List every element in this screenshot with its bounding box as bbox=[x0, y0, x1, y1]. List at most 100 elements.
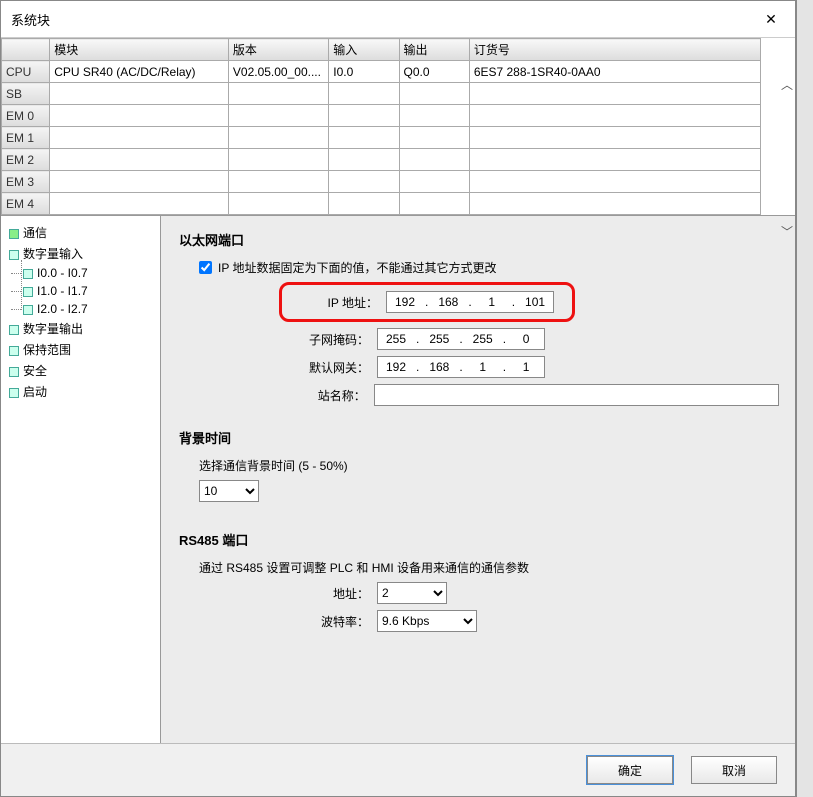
cell[interactable] bbox=[399, 105, 469, 127]
row-header[interactable]: EM 3 bbox=[2, 171, 50, 193]
cell[interactable] bbox=[329, 105, 399, 127]
cell[interactable] bbox=[329, 127, 399, 149]
mask-octet-2[interactable] bbox=[421, 329, 457, 349]
cell[interactable] bbox=[399, 83, 469, 105]
bgtime-select[interactable]: 10 bbox=[199, 480, 259, 502]
mask-octet-3[interactable] bbox=[465, 329, 501, 349]
module-grid-area: 模块版本输入输出订货号 CPUCPU SR40 (AC/DC/Relay)V02… bbox=[1, 38, 795, 215]
cell[interactable] bbox=[50, 127, 229, 149]
tree-label: 安全 bbox=[23, 364, 47, 378]
col-header[interactable]: 版本 bbox=[228, 39, 328, 61]
cell[interactable]: I0.0 bbox=[329, 61, 399, 83]
table-row[interactable]: EM 2 bbox=[2, 149, 761, 171]
grid-scroll-arrows[interactable]: ︿﹀ bbox=[781, 76, 793, 240]
table-row[interactable]: CPUCPU SR40 (AC/DC/Relay)V02.05.00_00...… bbox=[2, 61, 761, 83]
table-row[interactable]: EM 3 bbox=[2, 171, 761, 193]
scroll-up-icon[interactable]: ︿ bbox=[781, 76, 793, 93]
table-row[interactable]: EM 1 bbox=[2, 127, 761, 149]
mask-octet-4[interactable] bbox=[508, 329, 544, 349]
cell[interactable] bbox=[469, 105, 760, 127]
rs485-baud-select[interactable]: 9.6 Kbps bbox=[377, 610, 477, 632]
ip-input[interactable]: . . . bbox=[386, 291, 554, 313]
col-header[interactable]: 模块 bbox=[50, 39, 229, 61]
cell[interactable] bbox=[399, 193, 469, 215]
cell[interactable] bbox=[228, 149, 328, 171]
cell[interactable] bbox=[469, 83, 760, 105]
cell[interactable] bbox=[469, 193, 760, 215]
ip-octet-4[interactable] bbox=[517, 292, 553, 312]
rs485-addr-select[interactable]: 2 bbox=[377, 582, 447, 604]
cell[interactable] bbox=[228, 193, 328, 215]
cell[interactable] bbox=[399, 149, 469, 171]
table-row[interactable]: EM 4 bbox=[2, 193, 761, 215]
tree-item[interactable]: I0.0 - I0.7 bbox=[19, 264, 156, 282]
cell[interactable] bbox=[50, 171, 229, 193]
gw-octet-1[interactable] bbox=[378, 357, 414, 377]
row-header[interactable]: EM 1 bbox=[2, 127, 50, 149]
cell[interactable] bbox=[329, 193, 399, 215]
ip-label: IP 地址： bbox=[288, 294, 378, 311]
row-header[interactable]: CPU bbox=[2, 61, 50, 83]
tree-item[interactable]: 通信 bbox=[5, 222, 156, 243]
ok-button[interactable]: 确定 bbox=[587, 756, 673, 784]
section-rs485-title: RS485 端口 bbox=[179, 530, 779, 549]
gw-octet-2[interactable] bbox=[421, 357, 457, 377]
row-header[interactable]: SB bbox=[2, 83, 50, 105]
tree-item[interactable]: 安全 bbox=[5, 360, 156, 381]
module-table[interactable]: 模块版本输入输出订货号 CPUCPU SR40 (AC/DC/Relay)V02… bbox=[1, 38, 761, 215]
cell[interactable]: CPU SR40 (AC/DC/Relay) bbox=[50, 61, 229, 83]
cell[interactable] bbox=[469, 171, 760, 193]
ip-octet-2[interactable] bbox=[430, 292, 466, 312]
rs485-baud-label: 波特率： bbox=[279, 613, 369, 630]
mask-input[interactable]: . . . bbox=[377, 328, 545, 350]
tree-item[interactable]: I2.0 - I2.7 bbox=[19, 300, 156, 318]
close-icon[interactable]: ✕ bbox=[757, 9, 785, 29]
cell[interactable]: 6ES7 288-1SR40-0AA0 bbox=[469, 61, 760, 83]
fixed-ip-checkbox[interactable] bbox=[199, 261, 212, 274]
tree-item[interactable]: 启动 bbox=[5, 381, 156, 402]
cell[interactable] bbox=[469, 127, 760, 149]
cell[interactable] bbox=[228, 171, 328, 193]
cell[interactable] bbox=[228, 105, 328, 127]
gw-octet-4[interactable] bbox=[508, 357, 544, 377]
cell[interactable] bbox=[329, 83, 399, 105]
col-header[interactable] bbox=[2, 39, 50, 61]
ip-octet-1[interactable] bbox=[387, 292, 423, 312]
cancel-button[interactable]: 取消 bbox=[691, 756, 777, 784]
cell[interactable] bbox=[50, 105, 229, 127]
nav-tree[interactable]: 通信数字量输入 I0.0 - I0.7I1.0 - I1.7I2.0 - I2.7… bbox=[1, 216, 161, 743]
cell[interactable] bbox=[50, 193, 229, 215]
gw-input[interactable]: . . . bbox=[377, 356, 545, 378]
scroll-down-icon[interactable]: ﹀ bbox=[781, 223, 793, 240]
row-header[interactable]: EM 4 bbox=[2, 193, 50, 215]
cell[interactable]: V02.05.00_00.... bbox=[228, 61, 328, 83]
cell[interactable] bbox=[329, 149, 399, 171]
cell[interactable]: Q0.0 bbox=[399, 61, 469, 83]
rs485-desc: 通过 RS485 设置可调整 PLC 和 HMI 设备用来通信的通信参数 bbox=[199, 559, 529, 576]
table-row[interactable]: SB bbox=[2, 83, 761, 105]
cell[interactable] bbox=[469, 149, 760, 171]
cell[interactable] bbox=[50, 83, 229, 105]
mask-octet-1[interactable] bbox=[378, 329, 414, 349]
tree-item[interactable]: I1.0 - I1.7 bbox=[19, 282, 156, 300]
cell[interactable] bbox=[228, 127, 328, 149]
mask-label: 子网掩码： bbox=[279, 331, 369, 348]
cell[interactable] bbox=[228, 83, 328, 105]
tree-item[interactable]: 数字量输入 bbox=[5, 243, 156, 264]
gw-octet-3[interactable] bbox=[465, 357, 501, 377]
col-header[interactable]: 输出 bbox=[399, 39, 469, 61]
col-header[interactable]: 输入 bbox=[329, 39, 399, 61]
table-row[interactable]: EM 0 bbox=[2, 105, 761, 127]
row-header[interactable]: EM 2 bbox=[2, 149, 50, 171]
ip-octet-3[interactable] bbox=[474, 292, 510, 312]
station-input[interactable] bbox=[374, 384, 779, 406]
cell[interactable] bbox=[399, 127, 469, 149]
tree-item[interactable]: 数字量输出 bbox=[5, 318, 156, 339]
col-header[interactable]: 订货号 bbox=[469, 39, 760, 61]
cell[interactable] bbox=[329, 171, 399, 193]
cell[interactable] bbox=[399, 171, 469, 193]
cell[interactable] bbox=[50, 149, 229, 171]
tree-label: 数字量输入 bbox=[23, 247, 83, 261]
row-header[interactable]: EM 0 bbox=[2, 105, 50, 127]
tree-item[interactable]: 保持范围 bbox=[5, 339, 156, 360]
